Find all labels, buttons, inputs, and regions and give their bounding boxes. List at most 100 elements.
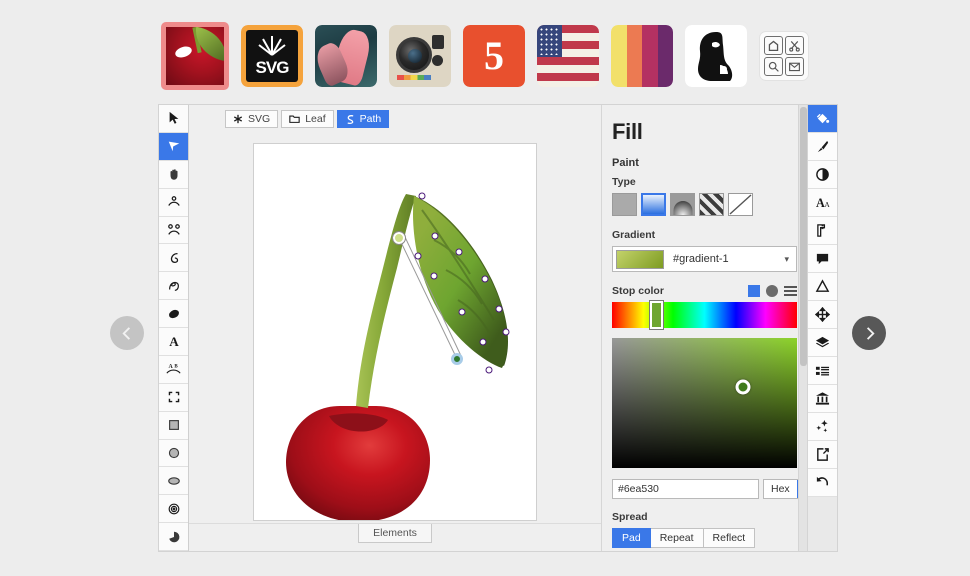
undo-icon[interactable] (808, 469, 837, 497)
arc-tool[interactable] (159, 523, 188, 551)
stop-circle-icon[interactable] (766, 285, 778, 297)
thumbnail-teal-portrait[interactable] (315, 25, 377, 87)
hex-color-input[interactable] (612, 479, 759, 499)
fill-bucket-icon[interactable] (808, 105, 837, 133)
paint-type-pattern[interactable] (699, 193, 724, 216)
prev-artwork-button[interactable] (110, 316, 144, 350)
path-node[interactable] (485, 366, 493, 374)
thumbnail-usa-flag[interactable] (537, 25, 599, 87)
move-icon[interactable] (808, 301, 837, 329)
text-on-path-icon: AB (166, 364, 181, 374)
paint-type-linear-gradient[interactable] (641, 193, 666, 216)
hue-slider[interactable] (612, 300, 797, 330)
sv-picker-handle[interactable] (735, 379, 751, 395)
paint-type-flat-color[interactable] (612, 193, 637, 216)
thumbnail-svg-logo[interactable]: SVG (241, 25, 303, 87)
text-tool[interactable]: A (159, 328, 188, 356)
tab-elements[interactable]: Elements (358, 524, 432, 543)
home-icon[interactable] (764, 36, 783, 55)
cherry-highlight (174, 44, 194, 60)
paint-type-none[interactable] (728, 193, 753, 216)
none-slash-icon (729, 194, 752, 215)
paint-type-radial-gradient[interactable] (670, 193, 695, 216)
path-node[interactable] (481, 275, 489, 283)
path-node[interactable] (431, 232, 439, 240)
color-mode-label: Hex (771, 483, 790, 495)
crop-icon (168, 391, 179, 403)
gradient-preview-swatch (616, 249, 664, 269)
spread-repeat-button[interactable]: Repeat (650, 528, 704, 548)
thumbnail-camera-icon[interactable] (389, 25, 451, 87)
stop-list-icon[interactable] (784, 285, 797, 297)
mail-icon[interactable] (785, 57, 804, 76)
stop-square-icon[interactable] (748, 285, 760, 297)
gradient-label: Gradient (612, 229, 656, 241)
next-artwork-button[interactable] (852, 316, 886, 350)
palette-swatch-1 (611, 25, 627, 87)
library-icon[interactable] (808, 385, 837, 413)
path-node[interactable] (495, 305, 503, 313)
gradient-select[interactable]: #gradient-1 ▾ (612, 246, 797, 272)
thumbnail-cherry-artwork[interactable] (161, 22, 229, 90)
node-single-tool[interactable] (159, 188, 188, 217)
breadcrumb-item-svg[interactable]: SVG (225, 110, 279, 128)
panel-scrollbar[interactable] (798, 105, 807, 551)
crop-tool[interactable] (159, 383, 188, 412)
thumbnail-portrait-stencil[interactable] (685, 25, 747, 87)
thumbnail-color-palette[interactable] (611, 25, 673, 87)
brush-icon[interactable] (808, 133, 837, 161)
blob-tool[interactable] (159, 300, 188, 328)
list-icon[interactable] (808, 357, 837, 385)
layers-icon[interactable] (808, 329, 837, 357)
pan-tool[interactable] (159, 160, 188, 189)
select-tool[interactable] (159, 105, 188, 133)
export-glyph (817, 448, 829, 461)
gradient-end-handle[interactable] (451, 353, 463, 365)
rectangle-tool[interactable] (159, 411, 188, 440)
breadcrumb-item-leaf[interactable]: Leaf (281, 110, 334, 128)
path-node[interactable] (479, 338, 487, 346)
effects-icon[interactable] (808, 413, 837, 441)
color-palette-image (611, 25, 673, 87)
svg-text:A: A (824, 200, 830, 209)
hue-slider-handle[interactable] (648, 300, 664, 330)
text-path-tool[interactable]: AB (159, 355, 188, 384)
spread-pad-button[interactable]: Pad (612, 528, 651, 548)
gradient-start-handle[interactable] (392, 231, 406, 245)
contrast-icon[interactable] (808, 161, 837, 189)
folder-icon (289, 115, 300, 123)
ellipse-tool[interactable] (159, 467, 188, 496)
path-node[interactable] (458, 308, 466, 316)
fill-bucket-glyph (816, 113, 830, 124)
brush-glyph (817, 140, 829, 153)
ruler-icon[interactable] (808, 217, 837, 245)
saturation-value-picker[interactable] (612, 338, 797, 468)
freehand-tool[interactable] (159, 272, 188, 301)
ellipse-icon (167, 477, 180, 485)
thumbnail-html5-logo[interactable]: 5 (463, 25, 525, 87)
node-edit-tool[interactable] (159, 132, 188, 161)
thumbnail-icon-set[interactable] (759, 31, 809, 81)
path-node[interactable] (418, 192, 426, 200)
path-node[interactable] (455, 248, 463, 256)
comment-icon[interactable] (808, 245, 837, 273)
path-node[interactable] (502, 328, 510, 336)
drawing-canvas[interactable] (253, 143, 537, 521)
spread-reflect-button[interactable]: Reflect (703, 528, 756, 548)
export-icon[interactable] (808, 441, 837, 469)
path-node[interactable] (430, 272, 438, 280)
breadcrumb: SVG Leaf Path (189, 105, 601, 129)
spiral-tool[interactable] (159, 495, 188, 524)
search-icon[interactable] (764, 57, 783, 76)
curve-tool[interactable] (159, 244, 188, 273)
camera-lens (396, 37, 432, 73)
breadcrumb-item-path[interactable]: Path (336, 110, 390, 128)
circle-tool[interactable] (159, 439, 188, 468)
path-node[interactable] (414, 252, 422, 260)
undo-glyph (816, 476, 828, 486)
scissors-icon[interactable] (785, 36, 804, 55)
panel-scrollbar-thumb[interactable] (800, 107, 807, 366)
text-style-icon[interactable]: AA (808, 189, 837, 217)
node-pair-tool[interactable] (159, 216, 188, 245)
shape-triangle-icon[interactable] (808, 273, 837, 301)
